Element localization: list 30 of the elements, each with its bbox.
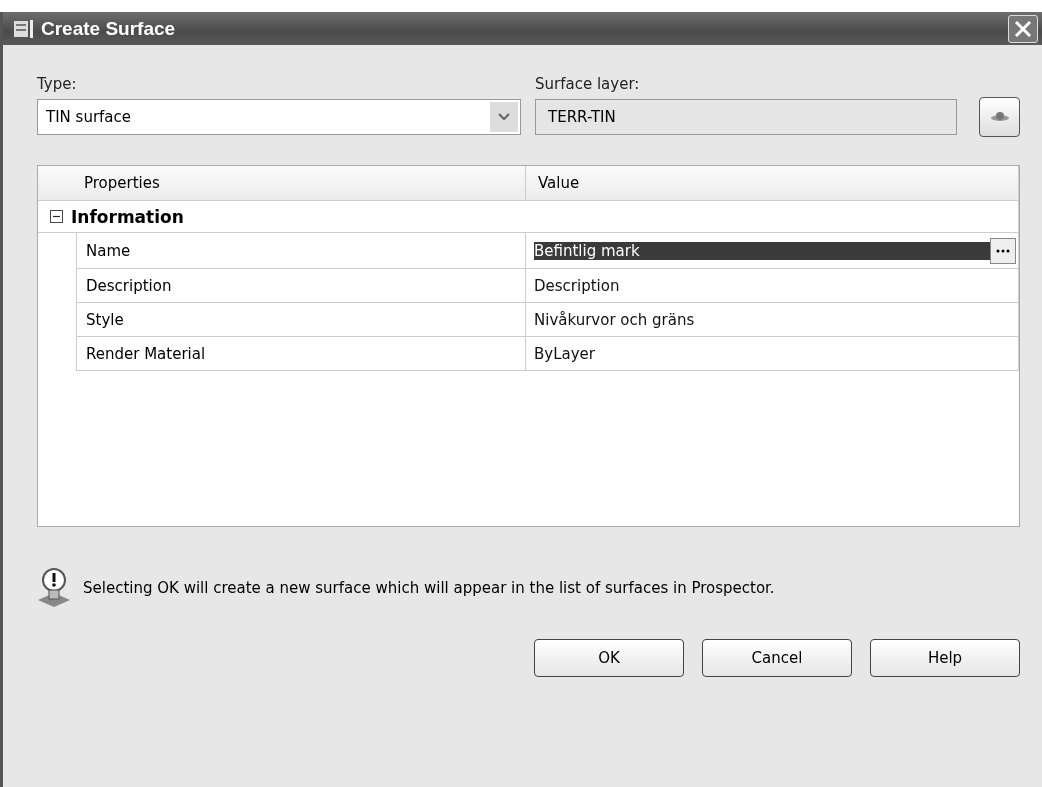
dialog-button[interactable]: Cancel	[702, 639, 852, 677]
window-title: Create Surface	[41, 17, 177, 40]
dialog-icon	[13, 18, 35, 39]
dialog-button[interactable]: Help	[870, 639, 1020, 677]
type-dropdown[interactable]: TIN surface	[37, 99, 521, 135]
close-button[interactable]	[1008, 14, 1038, 43]
dialog-button[interactable]: OK	[534, 639, 684, 677]
chevron-down-icon	[490, 102, 518, 132]
property-name: Style	[76, 303, 526, 337]
surface-layer-field: TERR-TIN	[535, 99, 957, 135]
property-value[interactable]: ByLayer	[526, 337, 1019, 371]
property-name: Name	[76, 233, 526, 269]
close-icon	[1013, 18, 1033, 39]
lightbulb-icon	[37, 567, 71, 609]
property-name: Description	[76, 269, 526, 303]
column-header[interactable]: Properties	[38, 166, 526, 200]
type-label: Type:	[37, 75, 78, 93]
property-value[interactable]: Description	[526, 269, 1019, 303]
layer-picker-button[interactable]	[979, 97, 1020, 137]
column-header[interactable]: Value	[526, 166, 1019, 200]
layer-icon	[989, 110, 1010, 124]
collapse-icon[interactable]	[50, 210, 63, 223]
property-value[interactable]: Befintlig mark	[526, 233, 1019, 269]
property-name: Render Material	[76, 337, 526, 371]
info-message: Selecting OK will create a new surface which will appear in the list of surfaces in Prospector.	[83, 579, 775, 597]
group-label: Information	[71, 206, 184, 227]
ellipsis-button[interactable]	[990, 237, 1016, 264]
property-value[interactable]: Nivåkurvor och gräns	[526, 303, 1019, 337]
surface-layer-label: Surface layer:	[535, 75, 641, 93]
ellipsis-icon	[996, 248, 1010, 253]
